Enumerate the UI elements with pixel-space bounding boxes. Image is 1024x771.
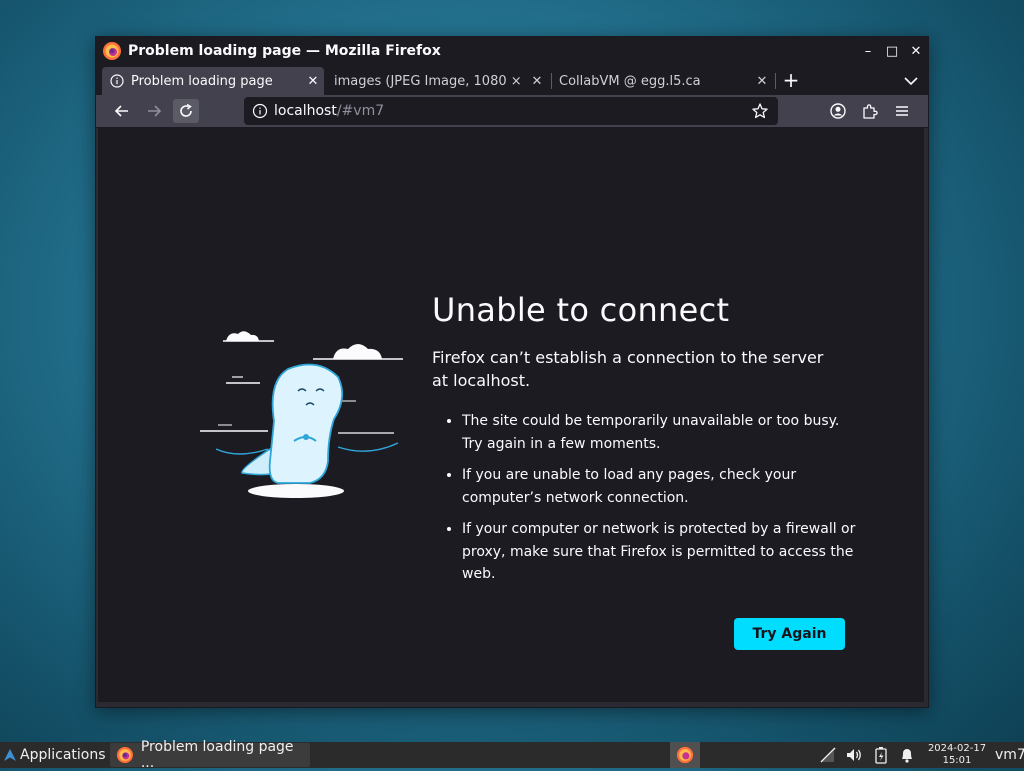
tab-collabvm[interactable]: CollabVM @ egg.l5.ca ✕ <box>551 67 773 95</box>
minimize-button[interactable]: – <box>856 44 880 59</box>
error-intro: Firefox can’t establish a connection to … <box>432 348 824 390</box>
reload-icon <box>180 103 192 117</box>
taskbar: Applications Problem loading page ... 20… <box>0 739 1024 771</box>
back-button[interactable] <box>109 99 135 123</box>
account-button[interactable] <box>825 99 851 123</box>
tab-close-button[interactable]: ✕ <box>526 74 548 89</box>
clock-time: 15:01 <box>942 755 972 766</box>
url-host: localhost <box>274 103 337 119</box>
page-content: Unable to connect Firefox can’t establis… <box>98 128 924 702</box>
battery-icon <box>875 747 887 764</box>
tab-strip: Problem loading page ✕ images (JPEG Imag… <box>96 65 928 95</box>
title-bar[interactable]: Problem loading page — Mozilla Firefox –… <box>96 37 928 65</box>
applications-icon <box>4 749 16 761</box>
new-tab-button[interactable]: + <box>778 67 804 95</box>
info-icon[interactable] <box>252 103 268 119</box>
tab-label: Problem loading page <box>131 73 273 89</box>
url-text[interactable]: localhost/#vm7 <box>274 103 751 119</box>
network-indicator[interactable] <box>818 742 838 768</box>
extensions-button[interactable] <box>857 99 883 123</box>
list-item: If your computer or network is protected… <box>462 518 862 586</box>
extensions-icon <box>863 104 878 119</box>
maximize-button[interactable]: □ <box>880 44 904 59</box>
star-icon[interactable] <box>751 102 769 120</box>
url-path: /#vm7 <box>336 103 385 119</box>
info-icon <box>110 74 124 88</box>
firefox-icon <box>103 42 121 60</box>
battery-indicator[interactable] <box>873 742 889 768</box>
workspace-1[interactable] <box>670 742 700 768</box>
applications-label: Applications <box>20 747 106 763</box>
back-icon <box>114 105 128 117</box>
account-icon <box>830 103 846 119</box>
window-title: Problem loading page — Mozilla Firefox <box>128 43 441 59</box>
dinosaur-illustration <box>200 331 403 498</box>
try-again-button[interactable]: Try Again <box>734 618 845 650</box>
error-title: Unable to connect <box>432 291 730 330</box>
firefox-icon <box>676 746 694 764</box>
firefox-window: Problem loading page — Mozilla Firefox –… <box>95 36 929 708</box>
tab-problem-loading[interactable]: Problem loading page ✕ <box>102 67 324 95</box>
tab-separator <box>775 73 776 89</box>
volume-indicator[interactable] <box>845 742 863 768</box>
network-icon <box>820 747 836 763</box>
tab-close-button[interactable]: ✕ <box>751 74 773 89</box>
forward-icon <box>148 105 162 117</box>
app-menu-button[interactable] <box>889 99 915 123</box>
tab-images[interactable]: images (JPEG Image, 1080 × ✕ <box>326 67 548 95</box>
chevron-down-icon[interactable] <box>900 69 922 93</box>
list-item: If you are unable to load any pages, che… <box>462 464 862 509</box>
volume-icon <box>847 749 861 761</box>
applications-menu[interactable]: Applications <box>3 742 106 768</box>
clock[interactable]: 2024-02-17 15:01 <box>925 743 989 767</box>
url-bar[interactable]: localhost/#vm7 <box>244 97 778 125</box>
tab-close-button[interactable]: ✕ <box>302 74 324 89</box>
tab-label: images (JPEG Image, 1080 × <box>334 73 522 89</box>
user-label[interactable]: vm7 <box>995 742 1024 768</box>
task-label: Problem loading page ... <box>140 739 294 771</box>
navigation-toolbar: localhost/#vm7 <box>96 95 928 128</box>
taskbar-task-firefox[interactable]: Problem loading page ... <box>110 739 310 771</box>
error-suggestions: The site could be temporarily unavailabl… <box>446 410 862 595</box>
tab-label: CollabVM @ egg.l5.ca <box>559 73 701 89</box>
forward-button[interactable] <box>141 99 167 123</box>
clock-date: 2024-02-17 <box>927 743 987 754</box>
close-window-button[interactable]: ✕ <box>904 44 928 59</box>
firefox-icon <box>116 746 133 764</box>
notifications-indicator[interactable] <box>899 742 915 768</box>
bell-icon <box>902 749 912 763</box>
reload-button[interactable] <box>173 99 199 123</box>
list-item: The site could be temporarily unavailabl… <box>462 410 862 455</box>
menu-icon <box>896 106 908 116</box>
